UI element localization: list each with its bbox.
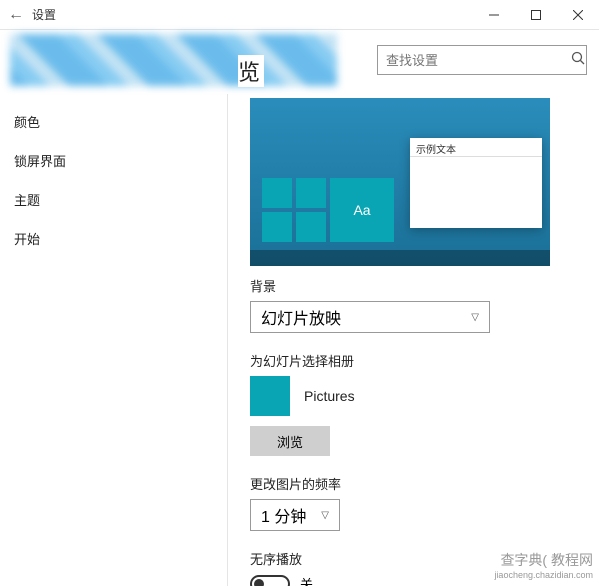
sidebar-item-start[interactable]: 开始 — [0, 219, 227, 258]
page-title: 览 — [238, 55, 264, 87]
frequency-label: 更改图片的频率 — [250, 474, 581, 493]
maximize-button[interactable] — [515, 1, 557, 29]
frequency-value: 1 分钟 — [261, 503, 306, 527]
preview-tile — [262, 212, 292, 242]
watermark: 查字典( 教程网 jiaocheng.chazidian.com — [494, 550, 593, 580]
browse-button[interactable]: 浏览 — [250, 426, 330, 456]
preview-tile-large: Aa — [330, 178, 394, 242]
minimize-button[interactable] — [473, 1, 515, 29]
close-button[interactable] — [557, 1, 599, 29]
titlebar: ← 设置 — [0, 0, 599, 30]
background-select[interactable]: 幻灯片放映 ▽ — [250, 301, 490, 333]
preview-tile — [262, 178, 292, 208]
toggle-knob — [254, 579, 264, 586]
album-label: 为幻灯片选择相册 — [250, 351, 581, 370]
sidebar-item-lockscreen[interactable]: 锁屏界面 — [0, 141, 227, 180]
sidebar-item-themes[interactable]: 主题 — [0, 180, 227, 219]
sidebar: 颜色 锁屏界面 主题 开始 — [0, 94, 228, 586]
chevron-down-icon: ▽ — [321, 510, 329, 521]
background-value: 幻灯片放映 — [261, 305, 341, 329]
chevron-down-icon: ▽ — [471, 312, 479, 323]
search-icon[interactable] — [570, 51, 586, 70]
background-label: 背景 — [250, 276, 581, 295]
preview-tile — [296, 212, 326, 242]
frequency-select[interactable]: 1 分钟 ▽ — [250, 499, 340, 531]
search-box[interactable] — [377, 45, 587, 75]
preview-window: 示例文本 — [410, 138, 542, 228]
desktop-preview: Aa 示例文本 — [250, 98, 550, 266]
search-input[interactable] — [378, 53, 570, 68]
main-content: Aa 示例文本 背景 幻灯片放映 ▽ 为幻灯片选择相册 Pictures 浏览 … — [228, 94, 599, 586]
toggle-track[interactable] — [250, 575, 290, 586]
preview-window-title: 示例文本 — [410, 138, 542, 156]
obscured-region — [10, 34, 337, 86]
preview-tile — [296, 178, 326, 208]
window-title: 设置 — [32, 6, 56, 23]
header-row — [0, 30, 599, 94]
sidebar-item-colors[interactable]: 颜色 — [0, 102, 227, 141]
preview-taskbar — [250, 250, 550, 266]
back-button[interactable]: ← — [0, 6, 32, 24]
shuffle-state: 关 — [300, 574, 313, 586]
album-row[interactable]: Pictures — [250, 376, 581, 416]
album-swatch — [250, 376, 290, 416]
album-name: Pictures — [304, 388, 355, 404]
